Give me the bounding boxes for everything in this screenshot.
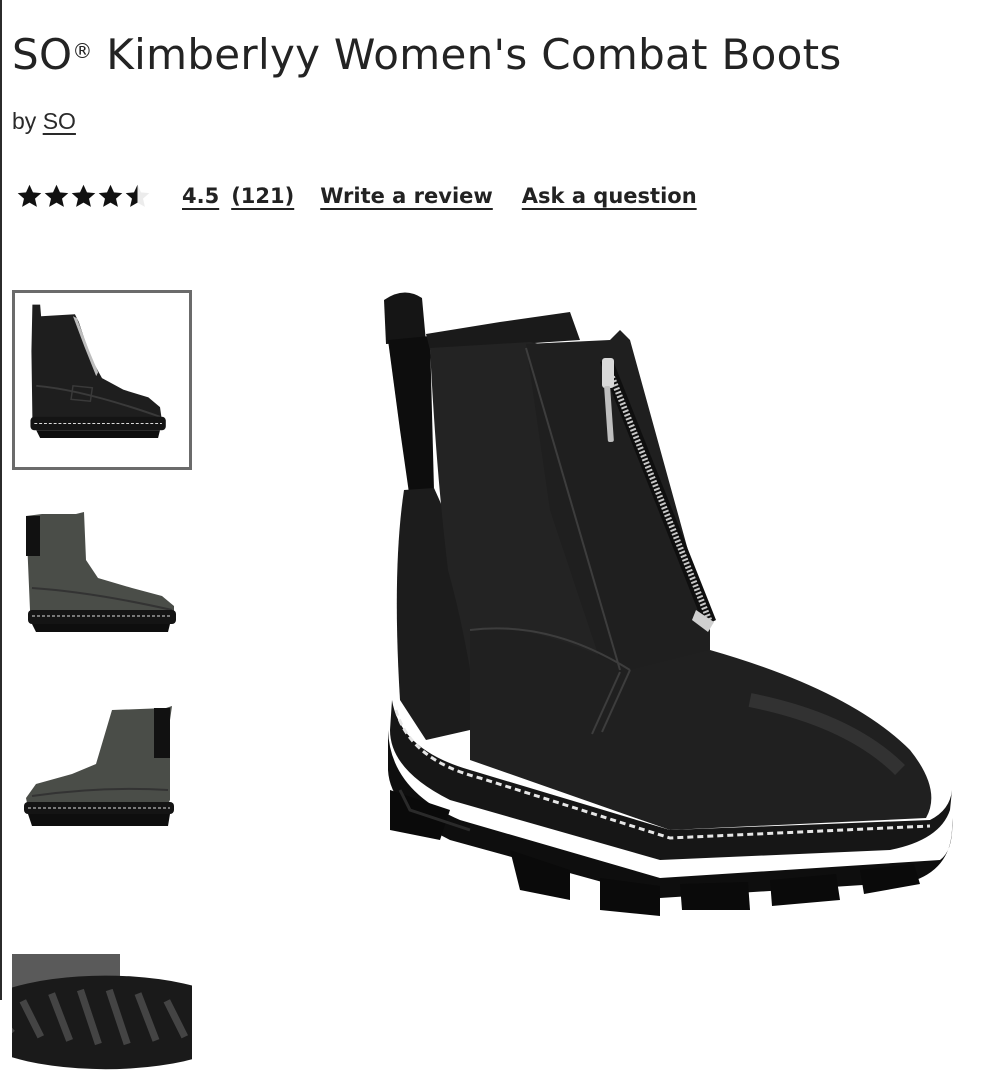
title-name: Kimberlyy Women's Combat Boots	[92, 30, 842, 79]
star-full-icon	[98, 184, 123, 207]
ask-question-link[interactable]: Ask a question	[522, 184, 697, 208]
star-full-icon	[71, 184, 96, 207]
boot-side-black-image	[15, 293, 189, 467]
product-title: SO® Kimberlyy Women's Combat Boots	[12, 24, 842, 86]
main-product-image[interactable]	[330, 270, 980, 930]
boot-rear-grey-image	[12, 690, 192, 870]
review-count[interactable]: (121)	[231, 184, 294, 208]
star-full-icon	[17, 184, 42, 207]
left-edge-border	[0, 0, 2, 1000]
rating-value[interactable]: 4.5	[182, 184, 219, 208]
rating-row: 4.5 (121) Write a review Ask a question	[16, 176, 697, 216]
thumbnail-side-grey[interactable]	[12, 500, 192, 680]
brand-link[interactable]: SO	[43, 108, 76, 134]
star-full-icon	[44, 184, 69, 207]
title-brand: SO	[12, 30, 73, 79]
thumbnail-sole[interactable]	[12, 900, 192, 1080]
registered-mark: ®	[72, 39, 93, 63]
boot-side-grey-image	[12, 500, 192, 680]
boot-three-quarter-image	[330, 270, 980, 930]
star-half-icon	[125, 184, 150, 207]
write-review-link[interactable]: Write a review	[320, 184, 493, 208]
star-rating[interactable]	[16, 183, 151, 210]
thumbnail-side-black[interactable]	[12, 290, 192, 470]
thumbnail-rear-grey[interactable]	[12, 690, 192, 870]
by-label: by	[12, 108, 37, 134]
brand-byline: by SO	[12, 104, 76, 138]
boot-sole-image	[12, 900, 192, 1080]
